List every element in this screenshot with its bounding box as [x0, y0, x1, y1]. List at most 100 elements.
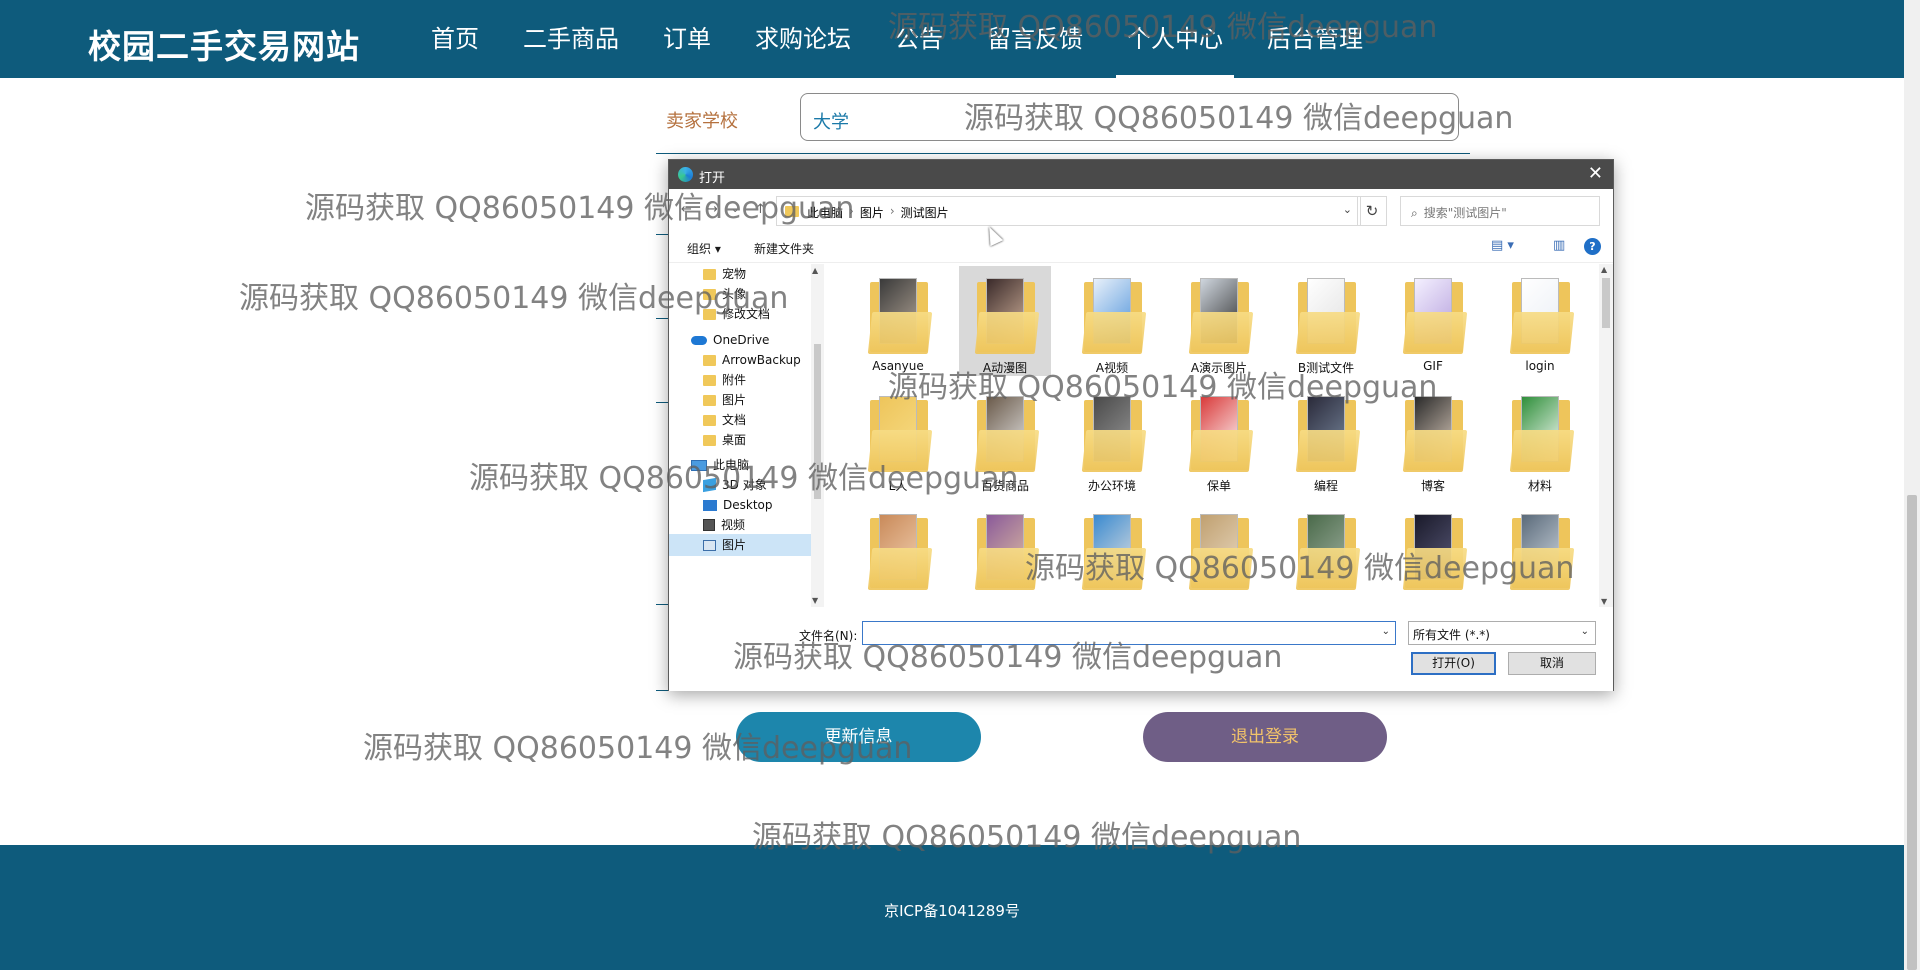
tree-item-pictures-selected[interactable]: 图片: [669, 534, 811, 556]
open-button[interactable]: 打开(O): [1411, 652, 1496, 675]
seller-school-input[interactable]: 大学: [800, 93, 1459, 141]
help-icon[interactable]: ?: [1584, 238, 1601, 255]
tree-item-attachments[interactable]: 附件: [703, 369, 746, 391]
tree-item-avatars[interactable]: 头像: [703, 283, 746, 305]
scroll-up-icon[interactable]: ▲: [1601, 265, 1607, 274]
cancel-button[interactable]: 取消: [1508, 652, 1596, 675]
tree-item-this-pc[interactable]: 此电脑: [691, 454, 749, 476]
page-scrollbar[interactable]: [1904, 0, 1920, 970]
folder-front: [1509, 312, 1575, 354]
nav-orders[interactable]: 订单: [652, 0, 722, 78]
search-input[interactable]: ⌕ 搜索"测试图片": [1400, 196, 1600, 226]
tree-item-desktop[interactable]: Desktop: [703, 494, 773, 516]
folder-icon: [703, 414, 716, 426]
logout-button[interactable]: 退出登录: [1143, 712, 1387, 762]
form-divider: [656, 234, 668, 235]
nav-wanted-forum[interactable]: 求购论坛: [744, 0, 862, 78]
tree-item-pets[interactable]: 宠物: [703, 264, 746, 285]
scrollbar-thumb[interactable]: [1907, 495, 1917, 970]
folder-front: [1188, 430, 1254, 472]
scroll-down-icon[interactable]: ▼: [812, 596, 818, 605]
preview-pane-icon[interactable]: ▥: [1553, 238, 1565, 253]
file-tile[interactable]: GIF: [1387, 266, 1479, 376]
file-tile-label: 办公环境: [1087, 479, 1136, 493]
breadcrumb-pictures[interactable]: 图片: [860, 204, 884, 221]
file-tile[interactable]: [959, 502, 1051, 607]
site-brand[interactable]: 校园二手交易网站: [88, 20, 360, 68]
file-tile[interactable]: [1066, 502, 1158, 607]
refresh-icon[interactable]: ↻: [1357, 196, 1387, 226]
chevron-down-icon[interactable]: ⌄: [1382, 626, 1390, 637]
file-tile[interactable]: 保单: [1173, 384, 1265, 494]
dialog-bottom: 文件名(N): ⌄ 所有文件 (*.*) ⌄ 打开(O) 取消: [669, 607, 1613, 691]
nav-personal-center[interactable]: 个人中心: [1116, 0, 1234, 78]
nav-second-hand-goods[interactable]: 二手商品: [512, 0, 630, 78]
folder-icon: [703, 288, 716, 300]
file-tile[interactable]: 办公环境: [1066, 384, 1158, 494]
tree-scrollbar[interactable]: ▲ ▼: [811, 264, 824, 607]
search-placeholder: 搜索"测试图片": [1423, 206, 1507, 220]
file-tile[interactable]: [1494, 502, 1586, 607]
tree-item-edit-docs[interactable]: 修改文档: [703, 303, 770, 325]
filetype-select[interactable]: 所有文件 (*.*) ⌄: [1408, 621, 1596, 645]
up-arrow-icon[interactable]: ↑: [755, 202, 766, 217]
scroll-down-icon[interactable]: ▼: [1601, 597, 1607, 606]
forward-arrow-icon[interactable]: →: [707, 202, 718, 217]
filename-input[interactable]: ⌄: [862, 621, 1396, 645]
file-tile[interactable]: 百货商品: [959, 384, 1051, 494]
folder-icon: [867, 278, 933, 354]
organize-menu[interactable]: 组织 ▾: [687, 240, 721, 257]
file-tile[interactable]: Asanyue: [852, 266, 944, 376]
folder-icon: [1295, 514, 1361, 590]
nav-announcements[interactable]: 公告: [884, 0, 954, 78]
form-divider: [656, 402, 668, 403]
scrollbar-thumb[interactable]: [1602, 278, 1610, 328]
file-tile[interactable]: 博客: [1387, 384, 1479, 494]
folder-front: [1509, 430, 1575, 472]
tree-item-pictures[interactable]: 图片: [703, 389, 746, 411]
file-tile[interactable]: A动漫图: [959, 266, 1051, 376]
breadcrumb-this-pc[interactable]: 此电脑: [807, 204, 843, 221]
scrollbar-thumb[interactable]: [814, 344, 821, 499]
folder-icon: [974, 278, 1040, 354]
folder-front: [867, 312, 933, 354]
chevron-down-icon[interactable]: ⌄: [1343, 203, 1352, 216]
breadcrumb-test-pictures[interactable]: 测试图片: [901, 204, 949, 221]
footer: 京ICP备1041289号: [0, 845, 1904, 970]
file-tile[interactable]: A演示图片: [1173, 266, 1265, 376]
grid-scrollbar[interactable]: ▲ ▼: [1599, 264, 1613, 607]
file-tile[interactable]: 编程: [1280, 384, 1372, 494]
file-tile[interactable]: 材料: [1494, 384, 1586, 494]
address-bar[interactable]: 此电脑 › 图片 › 测试图片 ⌄: [776, 196, 1361, 226]
nav-home[interactable]: 首页: [420, 0, 490, 78]
tree-item-arrowbackup[interactable]: ArrowBackup: [703, 349, 801, 371]
tree-item-desktop-cn[interactable]: 桌面: [703, 429, 746, 451]
tree-item-videos[interactable]: 视频: [703, 514, 745, 536]
file-tile[interactable]: [1387, 502, 1479, 607]
folder-icon: [867, 396, 933, 472]
tree-item-label: 图片: [722, 538, 747, 552]
cube-icon: [703, 477, 716, 493]
close-icon[interactable]: ✕: [1588, 163, 1603, 184]
file-tile[interactable]: login: [1494, 266, 1586, 376]
view-options-icon[interactable]: ▤ ▾: [1491, 238, 1514, 253]
dialog-title: 打开: [699, 171, 726, 186]
tree-item-documents[interactable]: 文档: [703, 409, 746, 431]
file-tile[interactable]: [1173, 502, 1265, 607]
scroll-up-icon[interactable]: ▲: [812, 266, 818, 275]
back-arrow-icon[interactable]: ←: [681, 202, 692, 217]
nav-admin[interactable]: 后台管理: [1256, 0, 1374, 78]
update-info-button[interactable]: 更新信息: [736, 712, 981, 762]
folder-front: [1081, 548, 1147, 590]
file-tile-label: L人: [888, 479, 908, 493]
new-folder-button[interactable]: 新建文件夹: [754, 240, 814, 257]
file-tile[interactable]: L人: [852, 384, 944, 494]
file-tile[interactable]: B测试文件: [1280, 266, 1372, 376]
chevron-down-icon[interactable]: ⌄: [731, 204, 739, 215]
file-tile[interactable]: A视频: [1066, 266, 1158, 376]
tree-item-3d-objects[interactable]: 3D 对象: [703, 474, 767, 496]
tree-item-onedrive[interactable]: OneDrive: [691, 329, 769, 351]
file-tile[interactable]: [852, 502, 944, 607]
nav-feedback[interactable]: 留言反馈: [976, 0, 1094, 78]
file-tile[interactable]: [1280, 502, 1372, 607]
